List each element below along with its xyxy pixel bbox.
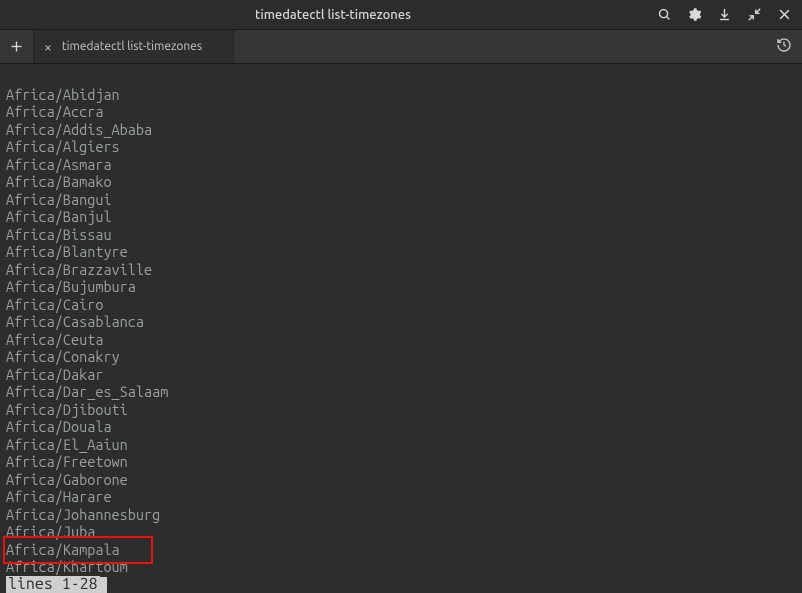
tabbar-right: [776, 30, 802, 63]
output-line: Africa/Cairo: [6, 296, 103, 313]
output-line: Africa/Addis_Ababa: [6, 121, 152, 138]
titlebar-controls: [656, 7, 792, 23]
output-line: Africa/Khartoum: [6, 558, 128, 575]
output-line: Africa/Harare: [6, 488, 112, 505]
close-icon[interactable]: [776, 7, 792, 23]
pager-status-row: lines 1-28: [0, 576, 802, 593]
new-tab-button[interactable]: [0, 30, 34, 63]
output-line: Africa/Blantyre: [6, 243, 128, 260]
output-line: Africa/Brazzaville: [6, 261, 152, 278]
output-line: Africa/Gaborone: [6, 471, 128, 488]
minimize-icon[interactable]: [746, 7, 762, 23]
window-titlebar: timedatectl list-timezones: [0, 0, 802, 30]
tab-active[interactable]: × timedatectl list-timezones: [34, 30, 234, 63]
output-line: Africa/Freetown: [6, 453, 128, 470]
output-line: Africa/Conakry: [6, 348, 120, 365]
output-line: Africa/Dar_es_Salaam: [6, 383, 168, 400]
output-line: Africa/Ceuta: [6, 331, 103, 348]
output-line: Africa/El_Aaiun: [6, 436, 128, 453]
tab-bar: × timedatectl list-timezones: [0, 30, 802, 64]
gear-icon[interactable]: [686, 7, 702, 23]
output-line: Africa/Bangui: [6, 191, 112, 208]
window-title: timedatectl list-timezones: [10, 8, 656, 22]
output-line: Africa/Algiers: [6, 138, 120, 155]
output-line: Africa/Banjul: [6, 208, 112, 225]
history-icon[interactable]: [776, 37, 792, 57]
output-line: Africa/Abidjan: [6, 86, 120, 103]
output-line: Africa/Bamako: [6, 173, 112, 190]
tab-close-icon[interactable]: ×: [44, 40, 52, 54]
output-line: Africa/Kampala: [6, 541, 120, 558]
terminal-cursor: [99, 577, 107, 593]
tab-label: timedatectl list-timezones: [62, 40, 202, 53]
search-icon[interactable]: [656, 7, 672, 23]
output-line: Africa/Juba: [6, 523, 95, 540]
output-line: Africa/Dakar: [6, 366, 103, 383]
output-line: Africa/Asmara: [6, 156, 112, 173]
output-line: Africa/Bujumbura: [6, 278, 136, 295]
pager-status: lines 1-28: [6, 576, 100, 593]
output-line: Africa/Douala: [6, 418, 112, 435]
download-icon[interactable]: [716, 7, 732, 23]
output-line: Africa/Accra: [6, 103, 103, 120]
output-line: Africa/Casablanca: [6, 313, 144, 330]
output-line: Africa/Djibouti: [6, 401, 128, 418]
output-line: Africa/Bissau: [6, 226, 112, 243]
terminal-output[interactable]: Africa/Abidjan Africa/Accra Africa/Addis…: [0, 64, 802, 576]
output-line: Africa/Johannesburg: [6, 506, 160, 523]
